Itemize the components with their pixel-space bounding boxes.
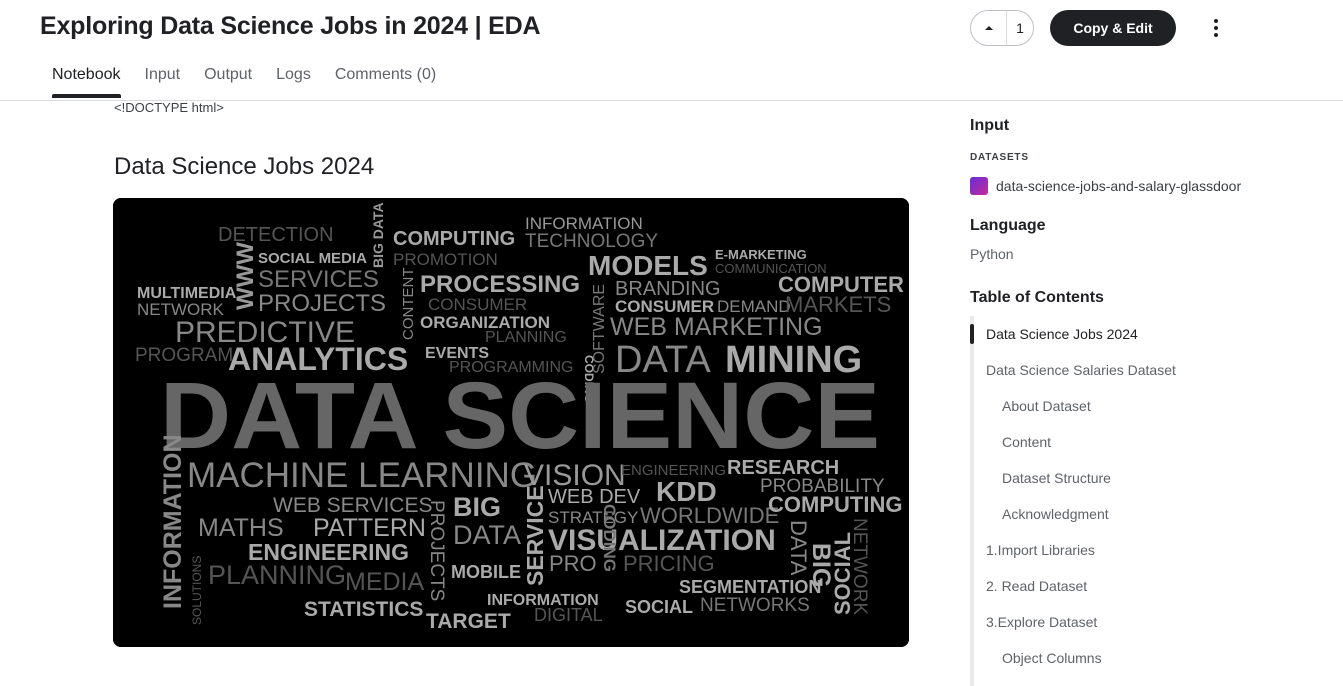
toc-heading: Table of Contents [970,289,1104,306]
upvote-button[interactable] [971,11,1007,45]
copy-and-edit-button[interactable]: Copy & Edit [1050,10,1176,46]
toc-item[interactable]: 3.Explore Dataset [986,614,1097,630]
word-cloud-word: DATA SCIENCE [160,363,880,469]
word-cloud-word: COMPUTING [393,228,515,250]
word-cloud-word: PROCESSING [420,271,580,298]
notebook-tabs: Notebook Input Output Logs Comments (0) [52,66,436,98]
word-cloud-word: WEB DEV [548,486,641,508]
toc-item[interactable]: Dataset Structure [1002,470,1111,486]
toc-item[interactable]: About Dataset [1002,398,1091,414]
toc-item[interactable]: Data Science Jobs 2024 [986,326,1138,342]
caret-up-icon [984,26,993,30]
word-cloud-word: PROJECTS [426,500,447,601]
toc-item[interactable]: 2. Read Dataset [986,578,1087,594]
word-cloud-word: COMPUTING [768,492,902,517]
language-heading: Language [970,217,1046,234]
word-cloud-word: MODELS [588,250,708,281]
word-cloud-word: PLANNING [485,329,567,346]
word-cloud-word: CONTENT [400,268,417,341]
word-cloud-word: E-MARKETING [715,247,807,262]
word-cloud-word: DIGITAL [534,605,603,625]
word-cloud-word: STATISTICS [304,598,423,621]
word-cloud-word: MEDIA [345,568,425,596]
word-cloud-word: NETWORK [849,518,870,615]
word-cloud-word: DATA [453,520,521,550]
word-cloud-word: PROMOTION [393,250,498,269]
dataset-name: data-science-jobs-and-salary-glassdoor [996,178,1242,194]
word-cloud-word: SOCIAL [625,597,693,617]
word-cloud-word: SOCIAL MEDIA [258,250,367,267]
word-cloud-word: SOLUTIONS [190,556,204,625]
doctype-text: <!DOCTYPE html> [114,100,224,115]
toc-item[interactable]: Data Science Salaries Dataset [986,362,1176,378]
tab-input[interactable]: Input [145,66,181,98]
dataset-link[interactable]: data-science-jobs-and-salary-glassdoor [970,177,1242,195]
word-cloud-word: MATHS [198,514,284,542]
toc-item[interactable]: Content [1002,434,1051,450]
word-cloud-word: SEGMENTATION [679,577,821,597]
language-value: Python [970,246,1014,262]
word-cloud-word: PRICING [623,551,715,576]
word-cloud-word: DATA [786,520,811,576]
word-cloud-word: INFORMATION [159,434,187,609]
tab-output[interactable]: Output [204,66,252,98]
word-cloud-word: NETWORKS [700,595,810,616]
word-cloud-word: WWW [232,242,259,310]
tab-logs[interactable]: Logs [276,66,311,98]
word-cloud-word: MOBILE [451,562,521,582]
word-cloud-word: SERVICES [258,266,379,293]
word-cloud-word: CONSUMER [428,295,527,314]
more-options-icon[interactable] [1203,14,1229,42]
toc-item[interactable]: Object Columns [1002,650,1102,666]
word-cloud-word: SERVICE [522,485,548,586]
word-cloud-word: PRO [549,551,597,576]
tab-notebook[interactable]: Notebook [52,66,121,98]
tab-comments[interactable]: Comments (0) [335,66,436,98]
input-heading: Input [970,117,1010,134]
toc-item[interactable]: 1.Import Libraries [986,542,1095,558]
word-cloud-word: WEB MARKETING [610,313,823,341]
word-cloud-word: BIG [453,492,501,522]
word-cloud-image: DETECTION SOCIAL MEDIA BIG DATA COMPUTING PR… [113,198,909,647]
vote-count: 1 [1016,20,1024,36]
upvote-control[interactable]: 1 [970,10,1034,46]
word-cloud-word: SOFTWARE [591,284,608,374]
word-cloud-word: PLANNING [208,560,346,590]
word-cloud-word: PROJECTS [258,290,386,317]
dataset-thumbnail-icon [970,177,988,195]
toc-rail [970,316,974,686]
section-heading: Data Science Jobs 2024 [114,153,375,180]
word-cloud-word: MACHINE LEARNING [187,456,537,495]
notebook-title: Exploring Data Science Jobs in 2024 | ED… [40,12,541,40]
word-cloud-word: TARGET [426,610,511,633]
word-cloud-word: TECHNOLOGY [525,231,658,252]
word-cloud-word: PATTERN [313,514,426,542]
datasets-label: DATASETS [970,152,1029,163]
word-cloud-word: CODING [600,504,619,572]
toc-active-marker [970,324,974,344]
word-cloud-word: BIG DATA [370,202,386,268]
toc-item[interactable]: Acknowledgment [1002,506,1109,522]
